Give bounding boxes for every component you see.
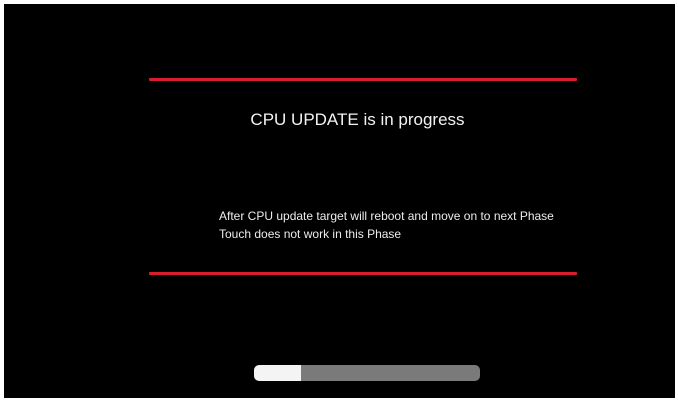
progress-fill <box>254 365 302 381</box>
update-message: After CPU update target will reboot and … <box>219 207 554 243</box>
top-divider <box>149 78 577 81</box>
update-screen: CPU UPDATE is in progress After CPU upda… <box>4 4 675 398</box>
bottom-divider <box>149 272 577 275</box>
message-line-touch: Touch does not work in this Phase <box>219 227 402 241</box>
update-title: CPU UPDATE is in progress <box>250 110 465 129</box>
message-line-reboot: After CPU update target will reboot and … <box>219 209 554 223</box>
progress-bar <box>254 365 480 381</box>
